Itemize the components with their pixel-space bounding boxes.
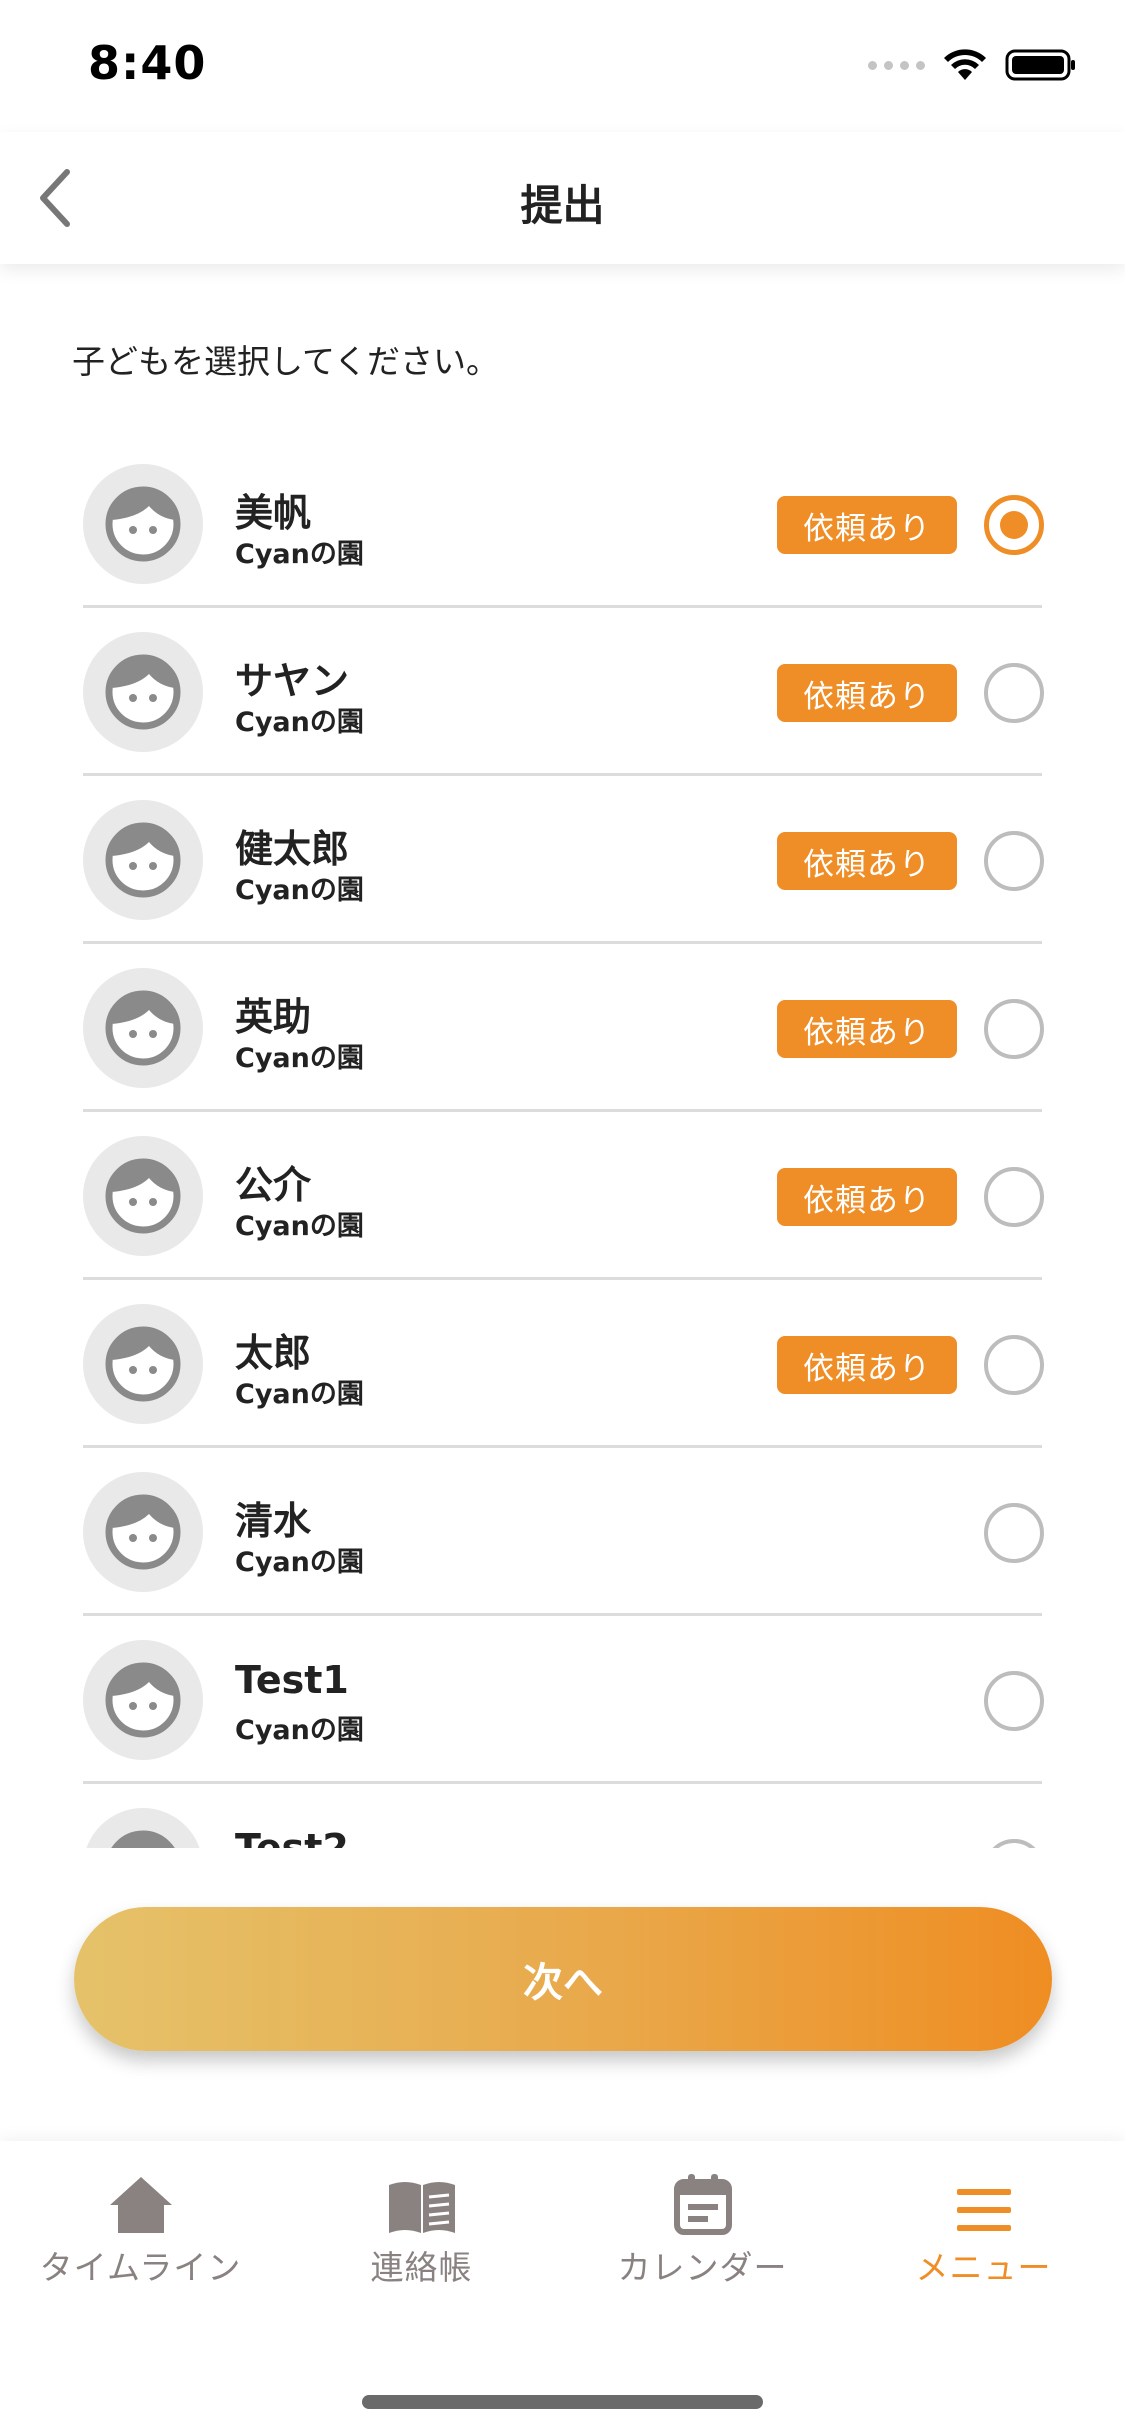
child-row[interactable]: 公介 Cyanの園 依頼あり bbox=[83, 1112, 1044, 1280]
tab-calendar[interactable]: カレンダー bbox=[562, 2163, 843, 2293]
select-radio[interactable] bbox=[984, 495, 1044, 555]
tab-label: カレンダー bbox=[617, 2248, 788, 2287]
child-face-icon bbox=[105, 1326, 181, 1402]
home-indicator bbox=[362, 2395, 763, 2409]
child-name: 清水 bbox=[235, 1499, 312, 1543]
select-radio[interactable] bbox=[984, 663, 1044, 723]
child-row[interactable]: 美帆 Cyanの園 依頼あり bbox=[83, 440, 1044, 608]
page-title: 提出 bbox=[520, 181, 605, 230]
request-badge: 依頼あり bbox=[777, 496, 957, 554]
child-school: Cyanの園 bbox=[235, 1715, 364, 1746]
child-face-icon bbox=[105, 822, 181, 898]
request-badge: 依頼あり bbox=[777, 1168, 957, 1226]
child-school: Cyanの園 bbox=[235, 875, 364, 906]
child-name: 健太郎 bbox=[235, 827, 350, 871]
child-name: サヤン bbox=[235, 659, 350, 703]
avatar bbox=[83, 1808, 203, 1848]
battery-icon bbox=[1005, 49, 1075, 81]
child-row[interactable]: 英助 Cyanの園 依頼あり bbox=[83, 944, 1044, 1112]
child-list[interactable]: 美帆 Cyanの園 依頼あり サヤン Cyanの園 依頼あり 健太郎 Cyanの園 依頼あり 英助… bbox=[0, 440, 1125, 1848]
child-row[interactable]: 健太郎 Cyanの園 依頼あり bbox=[83, 776, 1044, 944]
child-face-icon bbox=[105, 1662, 181, 1738]
child-name: 太郎 bbox=[235, 1331, 312, 1375]
tab-timeline[interactable]: タイムライン bbox=[0, 2163, 281, 2293]
navigation-bar: 提出 bbox=[0, 132, 1125, 264]
request-badge: 依頼あり bbox=[777, 832, 957, 890]
child-name: Test1 bbox=[235, 1658, 349, 1702]
child-face-icon bbox=[105, 990, 181, 1066]
child-face-icon bbox=[111, 1830, 175, 1848]
tab-label: 連絡帳 bbox=[370, 2248, 473, 2287]
child-row[interactable]: サヤン Cyanの園 依頼あり bbox=[83, 608, 1044, 776]
avatar bbox=[83, 632, 203, 752]
child-face-icon bbox=[105, 654, 181, 730]
select-radio[interactable] bbox=[984, 1167, 1044, 1227]
child-school: Cyanの園 bbox=[235, 707, 364, 738]
child-face-icon bbox=[105, 486, 181, 562]
child-school: Cyanの園 bbox=[235, 1211, 364, 1242]
home-icon bbox=[109, 2177, 172, 2233]
select-radio[interactable] bbox=[984, 999, 1044, 1059]
next-button[interactable]: 次へ bbox=[74, 1907, 1052, 2051]
child-row[interactable]: 清水 Cyanの園 bbox=[83, 1448, 1044, 1616]
menu-icon bbox=[956, 2189, 1011, 2231]
request-badge: 依頼あり bbox=[777, 1336, 957, 1394]
tab-notebook[interactable]: 連絡帳 bbox=[281, 2163, 562, 2293]
child-name: 美帆 bbox=[235, 491, 312, 535]
tab-label: メニュー bbox=[915, 2248, 1052, 2287]
child-school: Cyanの園 bbox=[235, 1043, 364, 1074]
signal-icon bbox=[868, 60, 925, 70]
child-school: Cyanの園 bbox=[235, 1379, 364, 1410]
tab-label: タイムライン bbox=[39, 2248, 242, 2287]
status-bar: 8:40 bbox=[0, 0, 1125, 132]
child-face-icon bbox=[105, 1494, 181, 1570]
notebook-icon bbox=[388, 2182, 455, 2233]
wifi-icon bbox=[944, 49, 986, 80]
select-radio[interactable] bbox=[984, 1671, 1044, 1731]
select-radio[interactable] bbox=[984, 1503, 1044, 1563]
tab-menu[interactable]: メニュー bbox=[843, 2163, 1124, 2293]
tab-bar: タイムライン 連絡帳 カレンダー メニュー bbox=[0, 2141, 1125, 2436]
child-school: Cyanの園 bbox=[235, 1547, 364, 1578]
avatar bbox=[83, 1640, 203, 1760]
child-face-icon bbox=[105, 1158, 181, 1234]
request-badge: 依頼あり bbox=[777, 1000, 957, 1058]
child-row[interactable]: Test2Cyanの園 bbox=[83, 1784, 1044, 1848]
instruction-text: 子どもを選択してください。 bbox=[72, 342, 500, 381]
child-name: 公介 bbox=[235, 1163, 312, 1207]
select-radio[interactable] bbox=[984, 831, 1044, 891]
request-badge: 依頼あり bbox=[777, 664, 957, 722]
avatar bbox=[83, 1136, 203, 1256]
avatar bbox=[83, 800, 203, 920]
child-school: Cyanの園 bbox=[235, 539, 364, 570]
calendar-icon bbox=[673, 2174, 732, 2235]
avatar bbox=[83, 1472, 203, 1592]
child-name: 英助 bbox=[235, 995, 312, 1039]
child-row[interactable]: Test1 Cyanの園 bbox=[83, 1616, 1044, 1784]
select-radio[interactable] bbox=[984, 1839, 1044, 1848]
status-time: 8:40 bbox=[88, 36, 207, 90]
child-row[interactable]: 太郎 Cyanの園 依頼あり bbox=[83, 1280, 1044, 1448]
select-radio[interactable] bbox=[984, 1335, 1044, 1395]
child-name: Test2 bbox=[235, 1826, 349, 1848]
avatar bbox=[83, 968, 203, 1088]
avatar bbox=[83, 464, 203, 584]
status-icons bbox=[868, 48, 1077, 82]
avatar bbox=[83, 1304, 203, 1424]
